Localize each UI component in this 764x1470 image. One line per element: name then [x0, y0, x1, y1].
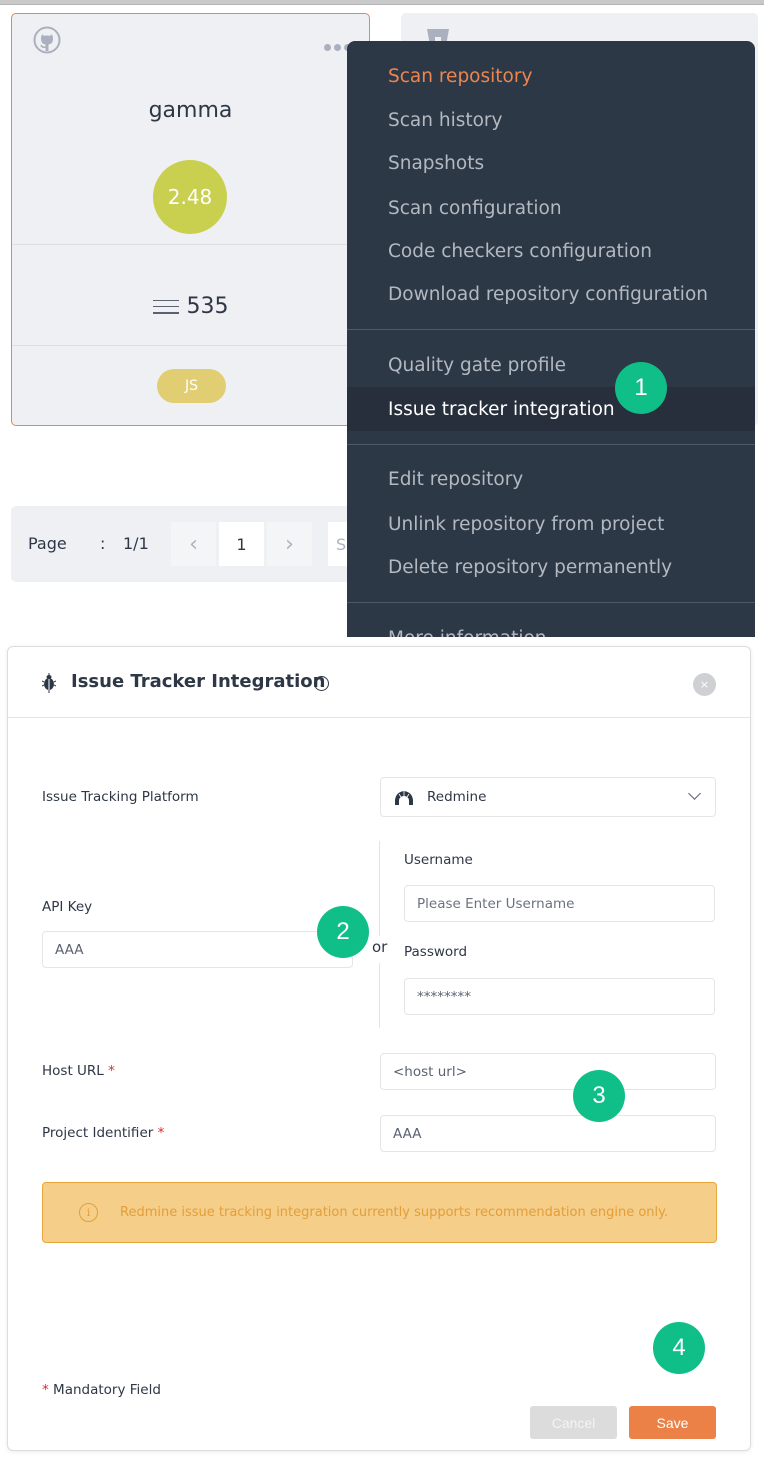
username-label: Username [404, 852, 473, 868]
platform-value: Redmine [427, 789, 487, 805]
or-text: or [372, 938, 388, 956]
quality-score-badge: 2.48 [153, 160, 227, 234]
mandatory-note: * Mandatory Field [42, 1382, 161, 1398]
host-url-label-text: Host URL [42, 1063, 104, 1079]
bug-icon [42, 673, 56, 693]
password-label: Password [404, 944, 468, 960]
or-divider-top [379, 841, 380, 936]
next-page-button[interactable]: › [267, 522, 312, 566]
lines-of-code: 535 [12, 294, 369, 319]
project-identifier-label-text: Project Identifier [42, 1125, 154, 1141]
menu-item-edit-repository[interactable]: Edit repository [347, 457, 755, 501]
project-identifier-input[interactable]: AAA [380, 1115, 716, 1152]
card-divider [12, 244, 369, 245]
cancel-button[interactable]: Cancel [530, 1406, 617, 1439]
api-key-label: API Key [42, 899, 93, 915]
menu-item-scan-configuration[interactable]: Scan configuration [347, 186, 755, 230]
or-divider-bottom [379, 963, 380, 1028]
required-asterisk: * [108, 1063, 115, 1079]
menu-separator [347, 602, 755, 603]
menu-separator [347, 329, 755, 330]
page-label: Page [28, 534, 67, 553]
close-button[interactable]: × [693, 673, 716, 696]
chevron-down-icon [688, 787, 701, 800]
menu-item-download-repository-configuration[interactable]: Download repository configuration [347, 272, 755, 316]
menu-item-delete-repository[interactable]: Delete repository permanently [347, 545, 755, 589]
info-icon[interactable]: i [314, 676, 329, 691]
mandatory-text: Mandatory Field [53, 1382, 161, 1398]
host-url-label: Host URL * [42, 1063, 115, 1079]
modal-title: Issue Tracker Integration [71, 671, 326, 692]
required-asterisk: * [157, 1125, 165, 1141]
project-identifier-label: Project Identifier * [42, 1125, 164, 1141]
menu-item-more-information[interactable]: More information [347, 616, 755, 638]
username-input[interactable]: Please Enter Username [404, 885, 715, 922]
api-key-input[interactable]: AAA [42, 931, 353, 968]
issue-tracker-modal: Issue Tracker Integration i × Issue Trac… [7, 646, 751, 1451]
platform-label: Issue Tracking Platform [42, 789, 199, 805]
info-alert: i Redmine issue tracking integration cur… [42, 1182, 717, 1243]
redmine-icon [395, 791, 413, 805]
language-badge: JS [157, 369, 226, 403]
lines-count: 535 [186, 294, 229, 319]
password-input[interactable]: ******** [404, 978, 715, 1015]
menu-item-snapshots[interactable]: Snapshots [347, 141, 755, 185]
menu-item-scan-repository[interactable]: Scan repository [347, 54, 755, 98]
page-total: 1/1 [123, 534, 149, 553]
menu-item-code-checkers-configuration[interactable]: Code checkers configuration [347, 229, 755, 273]
github-icon [33, 26, 61, 54]
browser-top-edge [0, 0, 764, 5]
step-badge-2: 2 [317, 906, 369, 958]
repo-card-gamma[interactable]: gamma 2.48 535 JS [11, 13, 370, 426]
lines-icon [152, 299, 179, 314]
host-url-input[interactable]: <host url> [380, 1053, 716, 1090]
platform-select[interactable]: Redmine [380, 777, 716, 817]
repo-context-menu: Scan repository Scan history Snapshots S… [347, 41, 755, 637]
menu-item-unlink-repository[interactable]: Unlink repository from project [347, 502, 755, 546]
step-badge-1: 1 [615, 362, 667, 414]
menu-separator [347, 444, 755, 445]
menu-item-issue-tracker-integration[interactable]: Issue tracker integration [347, 387, 755, 431]
current-page-input[interactable]: 1 [219, 522, 264, 566]
info-circle-icon: i [79, 1203, 98, 1222]
step-badge-4: 4 [653, 1322, 705, 1374]
modal-header: Issue Tracker Integration i × [8, 647, 750, 718]
alert-text: Redmine issue tracking integration curre… [120, 1205, 669, 1220]
repo-name[interactable]: gamma [12, 98, 369, 123]
card-divider [12, 345, 369, 346]
save-button[interactable]: Save [629, 1406, 716, 1439]
menu-item-quality-gate-profile[interactable]: Quality gate profile [347, 343, 755, 387]
menu-item-scan-history[interactable]: Scan history [347, 98, 755, 142]
step-badge-3: 3 [573, 1070, 625, 1122]
page-separator: : [100, 534, 106, 553]
required-asterisk: * [42, 1382, 49, 1398]
prev-page-button[interactable]: ‹ [171, 522, 216, 566]
